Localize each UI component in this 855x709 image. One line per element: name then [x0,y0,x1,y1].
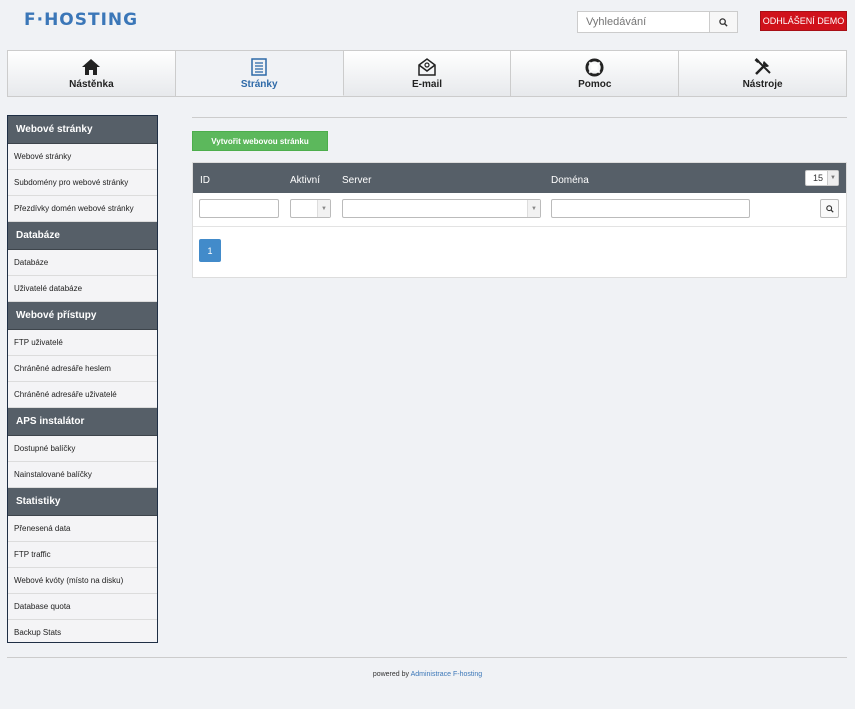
tab-help[interactable]: Pomoc [511,51,680,96]
sidebar-item-websites[interactable]: Webové stránky [8,144,157,170]
search-button[interactable] [709,12,737,32]
search-input[interactable] [578,12,711,32]
footer: powered by Administrace F-hosting [0,671,855,678]
chevron-down-icon: ▼ [827,171,838,185]
lifebuoy-icon [585,57,604,77]
per-page-select[interactable]: 15 ▼ [805,170,839,186]
sidebar: Webové stránky Webové stránky Subdomény … [7,115,158,643]
sidebar-item-backup-stats[interactable]: Backup Stats [8,620,157,642]
sidebar-item-subdomains[interactable]: Subdomény pro webové stránky [8,170,157,196]
sidebar-section-title: Databáze [8,222,157,250]
create-website-button[interactable]: Vytvořit webovou stránku [192,131,328,151]
filter-search-button[interactable] [820,199,839,218]
column-domain[interactable]: Doména [551,175,589,186]
active-filter-select[interactable]: ▼ [290,199,331,218]
sidebar-item-databases[interactable]: Databáze [8,250,157,276]
tab-label: Pomoc [578,79,612,90]
tab-label: Stránky [240,78,278,90]
table-header: ID Aktivní Server Doména 15 ▼ [193,163,846,193]
sidebar-item-ftp-users[interactable]: FTP uživatelé [8,330,157,356]
websites-table: ID Aktivní Server Doména 15 ▼ ▼ ▼ 1 [192,162,847,278]
tab-pages[interactable]: Stránky [175,51,344,96]
sidebar-item-database-users[interactable]: Uživatelé databáze [8,276,157,302]
sidebar-item-domain-aliases[interactable]: Přezdívky domén webové stránky [8,196,157,222]
chevron-down-icon: ▼ [527,200,540,217]
tab-email[interactable]: E-mail [344,51,512,96]
tab-tools[interactable]: Nástroje [679,51,846,96]
home-icon [82,59,101,75]
sidebar-section-title: Webové přístupy [8,302,157,330]
search-box [577,11,738,33]
server-filter-select[interactable]: ▼ [342,199,541,218]
filter-row: ▼ ▼ [193,193,846,227]
main-tabs: Nástěnka Stránky E-mail Pomoc Nástroje [7,50,847,97]
tab-label: E-mail [411,79,442,90]
footer-link[interactable]: Administrace F-hosting [411,671,483,678]
sidebar-section-title: Webové stránky [8,116,157,144]
sidebar-item-database-quota[interactable]: Database quota [8,594,157,620]
logout-button[interactable]: ODHLÁŠENÍ DEMO [760,11,847,31]
divider [7,657,847,658]
page-list-icon [251,57,267,76]
sidebar-section-title: APS instalátor [8,408,157,436]
search-icon [719,17,728,27]
tab-dashboard[interactable]: Nástěnka [8,51,176,96]
mail-icon [418,58,436,76]
id-filter-input[interactable] [199,199,279,218]
logo[interactable]: F·HOSTING [24,10,138,30]
column-server[interactable]: Server [342,175,371,186]
tab-label: Nástroje [742,79,783,90]
domain-filter-input[interactable] [551,199,750,218]
sidebar-item-transferred-data[interactable]: Přenesená data [8,516,157,542]
sidebar-section-title: Statistiky [8,488,157,516]
tools-icon [754,58,771,75]
search-icon [825,204,834,213]
sidebar-item-protected-dir-users[interactable]: Chráněné adresáře uživatelé [8,382,157,408]
divider [192,117,847,118]
sidebar-item-installed-packages[interactable]: Nainstalované balíčky [8,462,157,488]
sidebar-item-protected-dirs[interactable]: Chráněné adresáře heslem [8,356,157,382]
sidebar-item-web-quota[interactable]: Webové kvóty (místo na disku) [8,568,157,594]
footer-prefix: powered by [372,671,410,678]
per-page-value: 15 [813,173,824,183]
sidebar-item-available-packages[interactable]: Dostupné balíčky [8,436,157,462]
sidebar-item-ftp-traffic[interactable]: FTP traffic [8,542,157,568]
chevron-down-icon: ▼ [317,200,330,217]
tab-label: Nástěnka [69,79,114,90]
pagination-page[interactable]: 1 [199,239,221,262]
column-id[interactable]: ID [200,175,210,186]
column-active[interactable]: Aktivní [290,175,320,186]
